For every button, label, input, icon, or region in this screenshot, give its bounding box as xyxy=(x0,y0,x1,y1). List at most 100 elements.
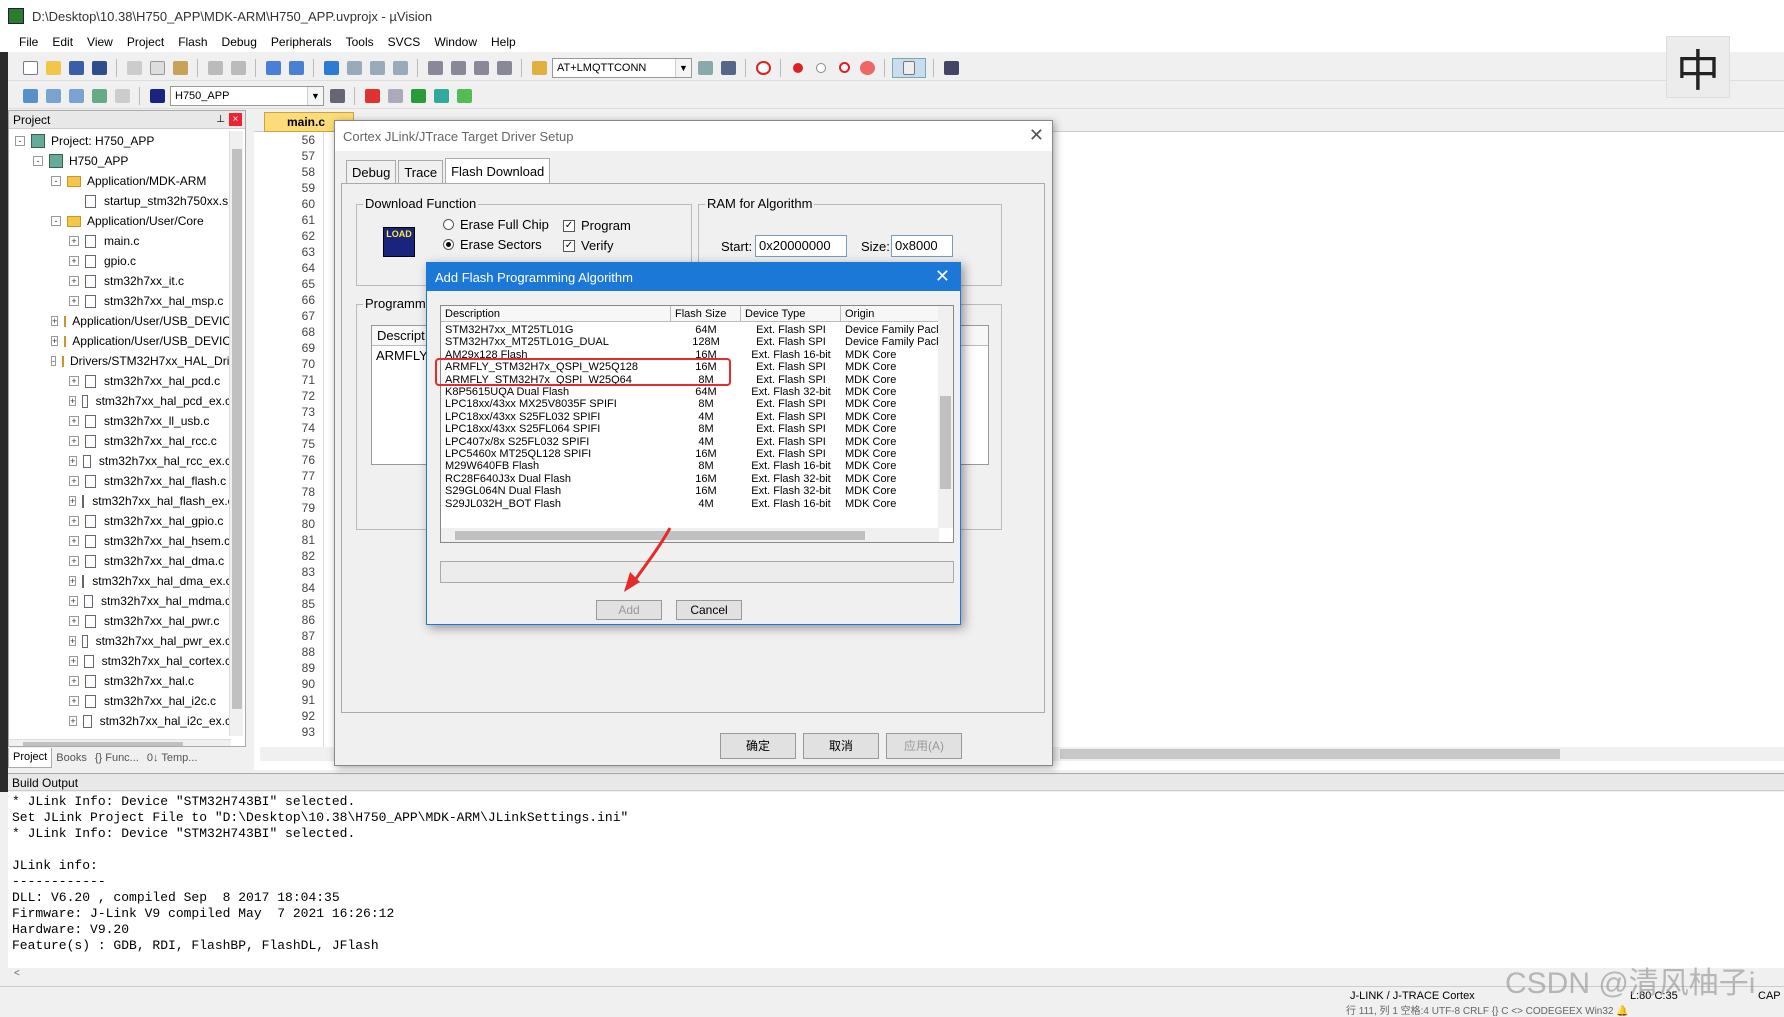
tree-item[interactable]: + stm32h7xx_hal_hsem.c xyxy=(9,531,231,551)
tree-item[interactable]: + stm32h7xx_hal_pcd_ex.c xyxy=(9,391,231,411)
tree-item[interactable]: + stm32h7xx_hal_rcc.c xyxy=(9,431,231,451)
tree-item[interactable]: + stm32h7xx_hal_pwr_ex.c xyxy=(9,631,231,651)
tree-item[interactable]: + stm32h7xx_hal_pwr.c xyxy=(9,611,231,631)
tree-item[interactable]: + stm32h7xx_hal_cortex.c xyxy=(9,651,231,671)
tree-item[interactable]: + Application/User/USB_DEVICE xyxy=(9,331,231,351)
col-device-type[interactable]: Device Type xyxy=(741,306,841,322)
tab-functions[interactable]: {} Func... xyxy=(91,748,143,768)
tab-flash-download[interactable]: Flash Download xyxy=(445,158,551,184)
tree-item[interactable]: - Application/User/Core xyxy=(9,211,231,231)
tree-item[interactable]: + stm32h7xx_hal_msp.c xyxy=(9,291,231,311)
file-extensions-icon[interactable] xyxy=(385,86,405,106)
expand-icon[interactable]: + xyxy=(69,596,78,606)
expand-icon[interactable]: + xyxy=(69,616,79,626)
comment-icon[interactable] xyxy=(471,58,491,78)
expand-icon[interactable]: + xyxy=(69,516,79,526)
target-combo[interactable]: H750_APP ▼ xyxy=(170,85,324,106)
breakpoint-disable-icon[interactable] xyxy=(811,58,831,78)
menu-debug[interactable]: Debug xyxy=(215,32,264,52)
ram-size-input[interactable]: 0x8000 xyxy=(891,235,953,257)
col-origin[interactable]: Origin xyxy=(841,306,939,322)
expand-icon[interactable]: + xyxy=(69,416,79,426)
pin-icon[interactable]: ⊥ xyxy=(216,114,225,125)
erase-full-chip-option[interactable]: Erase Full Chip xyxy=(443,217,549,232)
tab-debug[interactable]: Debug xyxy=(346,160,397,184)
nav-forward-icon[interactable] xyxy=(286,58,306,78)
expand-icon[interactable]: + xyxy=(69,436,79,446)
ok-button[interactable]: 确定 xyxy=(720,733,796,759)
bookmark-prev-icon[interactable] xyxy=(344,58,364,78)
tree-item[interactable]: - H750_APP xyxy=(9,151,231,171)
target-options-icon[interactable] xyxy=(327,86,347,106)
stop-build-icon[interactable] xyxy=(112,86,132,106)
cancel-add-button[interactable]: Cancel xyxy=(676,600,742,620)
save-all-icon[interactable] xyxy=(89,58,109,78)
tab-templates[interactable]: 0↓ Temp... xyxy=(143,748,202,768)
rebuild-icon[interactable] xyxy=(66,86,86,106)
tree-item[interactable]: + stm32h7xx_hal_dma.c xyxy=(9,551,231,571)
paste-icon[interactable] xyxy=(170,58,190,78)
ram-start-input[interactable]: 0x20000000 xyxy=(755,235,847,257)
undo-icon[interactable] xyxy=(205,58,225,78)
expand-icon[interactable]: + xyxy=(69,536,79,546)
expand-icon[interactable]: + xyxy=(69,676,79,686)
tree-item[interactable]: + stm32h7xx_hal_flash.c xyxy=(9,471,231,491)
collapse-icon[interactable]: - xyxy=(15,136,25,146)
expand-icon[interactable]: + xyxy=(69,396,77,406)
tab-trace[interactable]: Trace xyxy=(398,160,444,184)
find-icon[interactable] xyxy=(695,58,715,78)
indent-icon[interactable] xyxy=(425,58,445,78)
bookmark-icon[interactable] xyxy=(321,58,341,78)
close-icon[interactable]: ✕ xyxy=(1029,125,1044,146)
uncomment-icon[interactable] xyxy=(494,58,514,78)
run-time-env-icon[interactable] xyxy=(454,86,474,106)
verify-option[interactable]: ✓ Verify xyxy=(563,238,614,253)
breakpoint-icon[interactable] xyxy=(788,58,808,78)
checkbox-program[interactable]: ✓ xyxy=(563,219,575,232)
save-icon[interactable] xyxy=(66,58,86,78)
expand-icon[interactable]: + xyxy=(69,256,79,266)
bookmark-next-icon[interactable] xyxy=(367,58,387,78)
apply-button[interactable]: 应用(A) xyxy=(886,733,962,759)
tree-item[interactable]: + stm32h7xx_hal_gpio.c xyxy=(9,511,231,531)
bookmark-clear-icon[interactable] xyxy=(390,58,410,78)
tab-books[interactable]: Books xyxy=(52,748,91,768)
menu-svcs[interactable]: SVCS xyxy=(381,32,428,52)
tree-item[interactable]: + gpio.c xyxy=(9,251,231,271)
close-icon[interactable]: × xyxy=(229,113,242,126)
collapse-icon[interactable]: - xyxy=(33,156,43,166)
ime-indicator[interactable]: 中 xyxy=(1666,36,1730,98)
close-icon[interactable]: ✕ xyxy=(935,266,950,287)
expand-icon[interactable]: + xyxy=(51,336,59,346)
menu-tools[interactable]: Tools xyxy=(339,32,381,52)
tree-item[interactable]: + stm32h7xx_it.c xyxy=(9,271,231,291)
menu-view[interactable]: View xyxy=(80,32,120,52)
build-icon[interactable] xyxy=(43,86,63,106)
menu-flash[interactable]: Flash xyxy=(171,32,214,52)
menu-project[interactable]: Project xyxy=(120,32,171,52)
tree-item[interactable]: + main.c xyxy=(9,231,231,251)
checkbox-verify[interactable]: ✓ xyxy=(563,239,575,252)
expand-icon[interactable]: + xyxy=(69,576,77,586)
new-file-icon[interactable] xyxy=(20,58,40,78)
collapse-icon[interactable]: - xyxy=(51,216,61,226)
expand-icon[interactable]: + xyxy=(69,496,77,506)
find-combo[interactable]: AT+LMQTTCONN ▼ xyxy=(552,57,692,78)
manage-components-icon[interactable] xyxy=(362,86,382,106)
tree-item[interactable]: + stm32h7xx_hal_i2c_ex.c xyxy=(9,711,231,731)
expand-icon[interactable]: + xyxy=(69,376,79,386)
algorithm-list[interactable]: Description Flash Size Device Type Origi… xyxy=(440,305,954,543)
col-flash-size[interactable]: Flash Size xyxy=(671,306,741,322)
tree-item[interactable]: + stm32h7xx_hal.c xyxy=(9,671,231,691)
cancel-button[interactable]: 取消 xyxy=(803,733,879,759)
tree-item[interactable]: - Drivers/STM32H7xx_HAL_Driver xyxy=(9,351,231,371)
tree-item[interactable]: + stm32h7xx_hal_pcd.c xyxy=(9,371,231,391)
find-in-files-icon[interactable] xyxy=(529,58,549,78)
tree-item[interactable]: + Application/User/USB_DEVICE xyxy=(9,311,231,331)
tree-item[interactable]: + stm32h7xx_hal_flash_ex.c xyxy=(9,491,231,511)
expand-icon[interactable]: + xyxy=(69,696,79,706)
algorithm-row[interactable]: S29JL032H_BOT Flash 4M Ext. Flash 16-bit MD… xyxy=(441,497,939,511)
chevron-down-icon[interactable]: ▼ xyxy=(307,86,323,105)
erase-sectors-option[interactable]: Erase Sectors xyxy=(443,237,542,252)
menu-help[interactable]: Help xyxy=(484,32,523,52)
